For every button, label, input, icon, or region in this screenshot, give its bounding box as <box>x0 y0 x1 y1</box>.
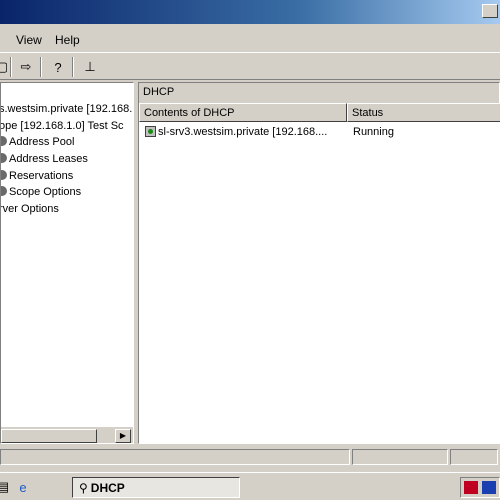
toolbar-separator <box>72 57 74 77</box>
address-pool-icon <box>1 136 7 146</box>
scope-options-icon <box>1 186 7 196</box>
dhcp-icon: ⚲ <box>79 481 88 495</box>
system-tray <box>460 477 500 498</box>
reservations-icon <box>1 170 7 180</box>
toolbar-separator <box>40 57 42 77</box>
toolbar-export-icon[interactable]: ⇨ <box>16 57 36 77</box>
menu-help[interactable]: Help <box>55 33 80 47</box>
row-status-cell: Running <box>353 126 394 138</box>
tree-item-scope-options[interactable]: Scope Options <box>1 186 81 198</box>
column-headers: Contents of DHCP Status <box>139 103 500 122</box>
tray-network-icon[interactable] <box>464 481 478 494</box>
status-panel-main <box>0 449 350 465</box>
status-panel-right <box>450 449 498 465</box>
status-panel-middle <box>352 449 448 465</box>
scrollbar-thumb[interactable] <box>1 429 97 443</box>
column-contents-header[interactable]: Contents of DHCP <box>139 103 347 122</box>
details-pane: DHCP Contents of DHCP Status sl-srv3.wes… <box>138 82 500 444</box>
tree-item-scope[interactable]: ope [192.168.1.0] Test Sc <box>1 120 124 132</box>
menu-bar: View Help <box>0 30 500 50</box>
tree-item-server[interactable]: s.westsim.private [192.168. <box>1 103 132 115</box>
menu-view[interactable]: View <box>16 33 42 47</box>
tree-item-address-pool[interactable]: Address Pool <box>1 136 74 148</box>
column-status-header[interactable]: Status <box>347 103 500 122</box>
title-bar <box>0 0 500 24</box>
tree-item-address-leases[interactable]: Address Leases <box>1 153 88 165</box>
tree-item-server-options[interactable]: rver Options <box>1 203 59 215</box>
tray-volume-icon[interactable] <box>482 481 496 494</box>
quicklaunch-icon[interactable]: ▤ <box>0 478 12 496</box>
window-close-button[interactable] <box>482 4 498 18</box>
toolbar-separator <box>10 57 12 77</box>
dhcp-server-icon <box>145 126 156 137</box>
row-name-cell: sl-srv3.westsim.private [192.168.... <box>141 125 331 139</box>
toolbar: ▢ ⇨ ? ⊥ <box>0 52 500 80</box>
properties-icon[interactable]: ⊥ <box>80 57 100 77</box>
status-bar <box>0 447 500 467</box>
console-tree: s.westsim.private [192.168. ope [192.168… <box>0 82 134 444</box>
table-row[interactable]: sl-srv3.westsim.private [192.168.... Run… <box>139 125 499 142</box>
tree-horizontal-scrollbar[interactable]: ▶ <box>1 427 133 443</box>
help-icon[interactable]: ? <box>48 57 68 77</box>
taskbar: ▤ e ⚲ DHCP <box>0 472 500 500</box>
tree-item-reservations[interactable]: Reservations <box>1 170 73 182</box>
ie-icon[interactable]: e <box>14 478 32 496</box>
details-header: DHCP <box>139 83 499 103</box>
taskbar-button-dhcp[interactable]: ⚲ DHCP <box>72 477 240 498</box>
address-leases-icon <box>1 153 7 163</box>
scroll-right-arrow[interactable]: ▶ <box>115 429 131 443</box>
